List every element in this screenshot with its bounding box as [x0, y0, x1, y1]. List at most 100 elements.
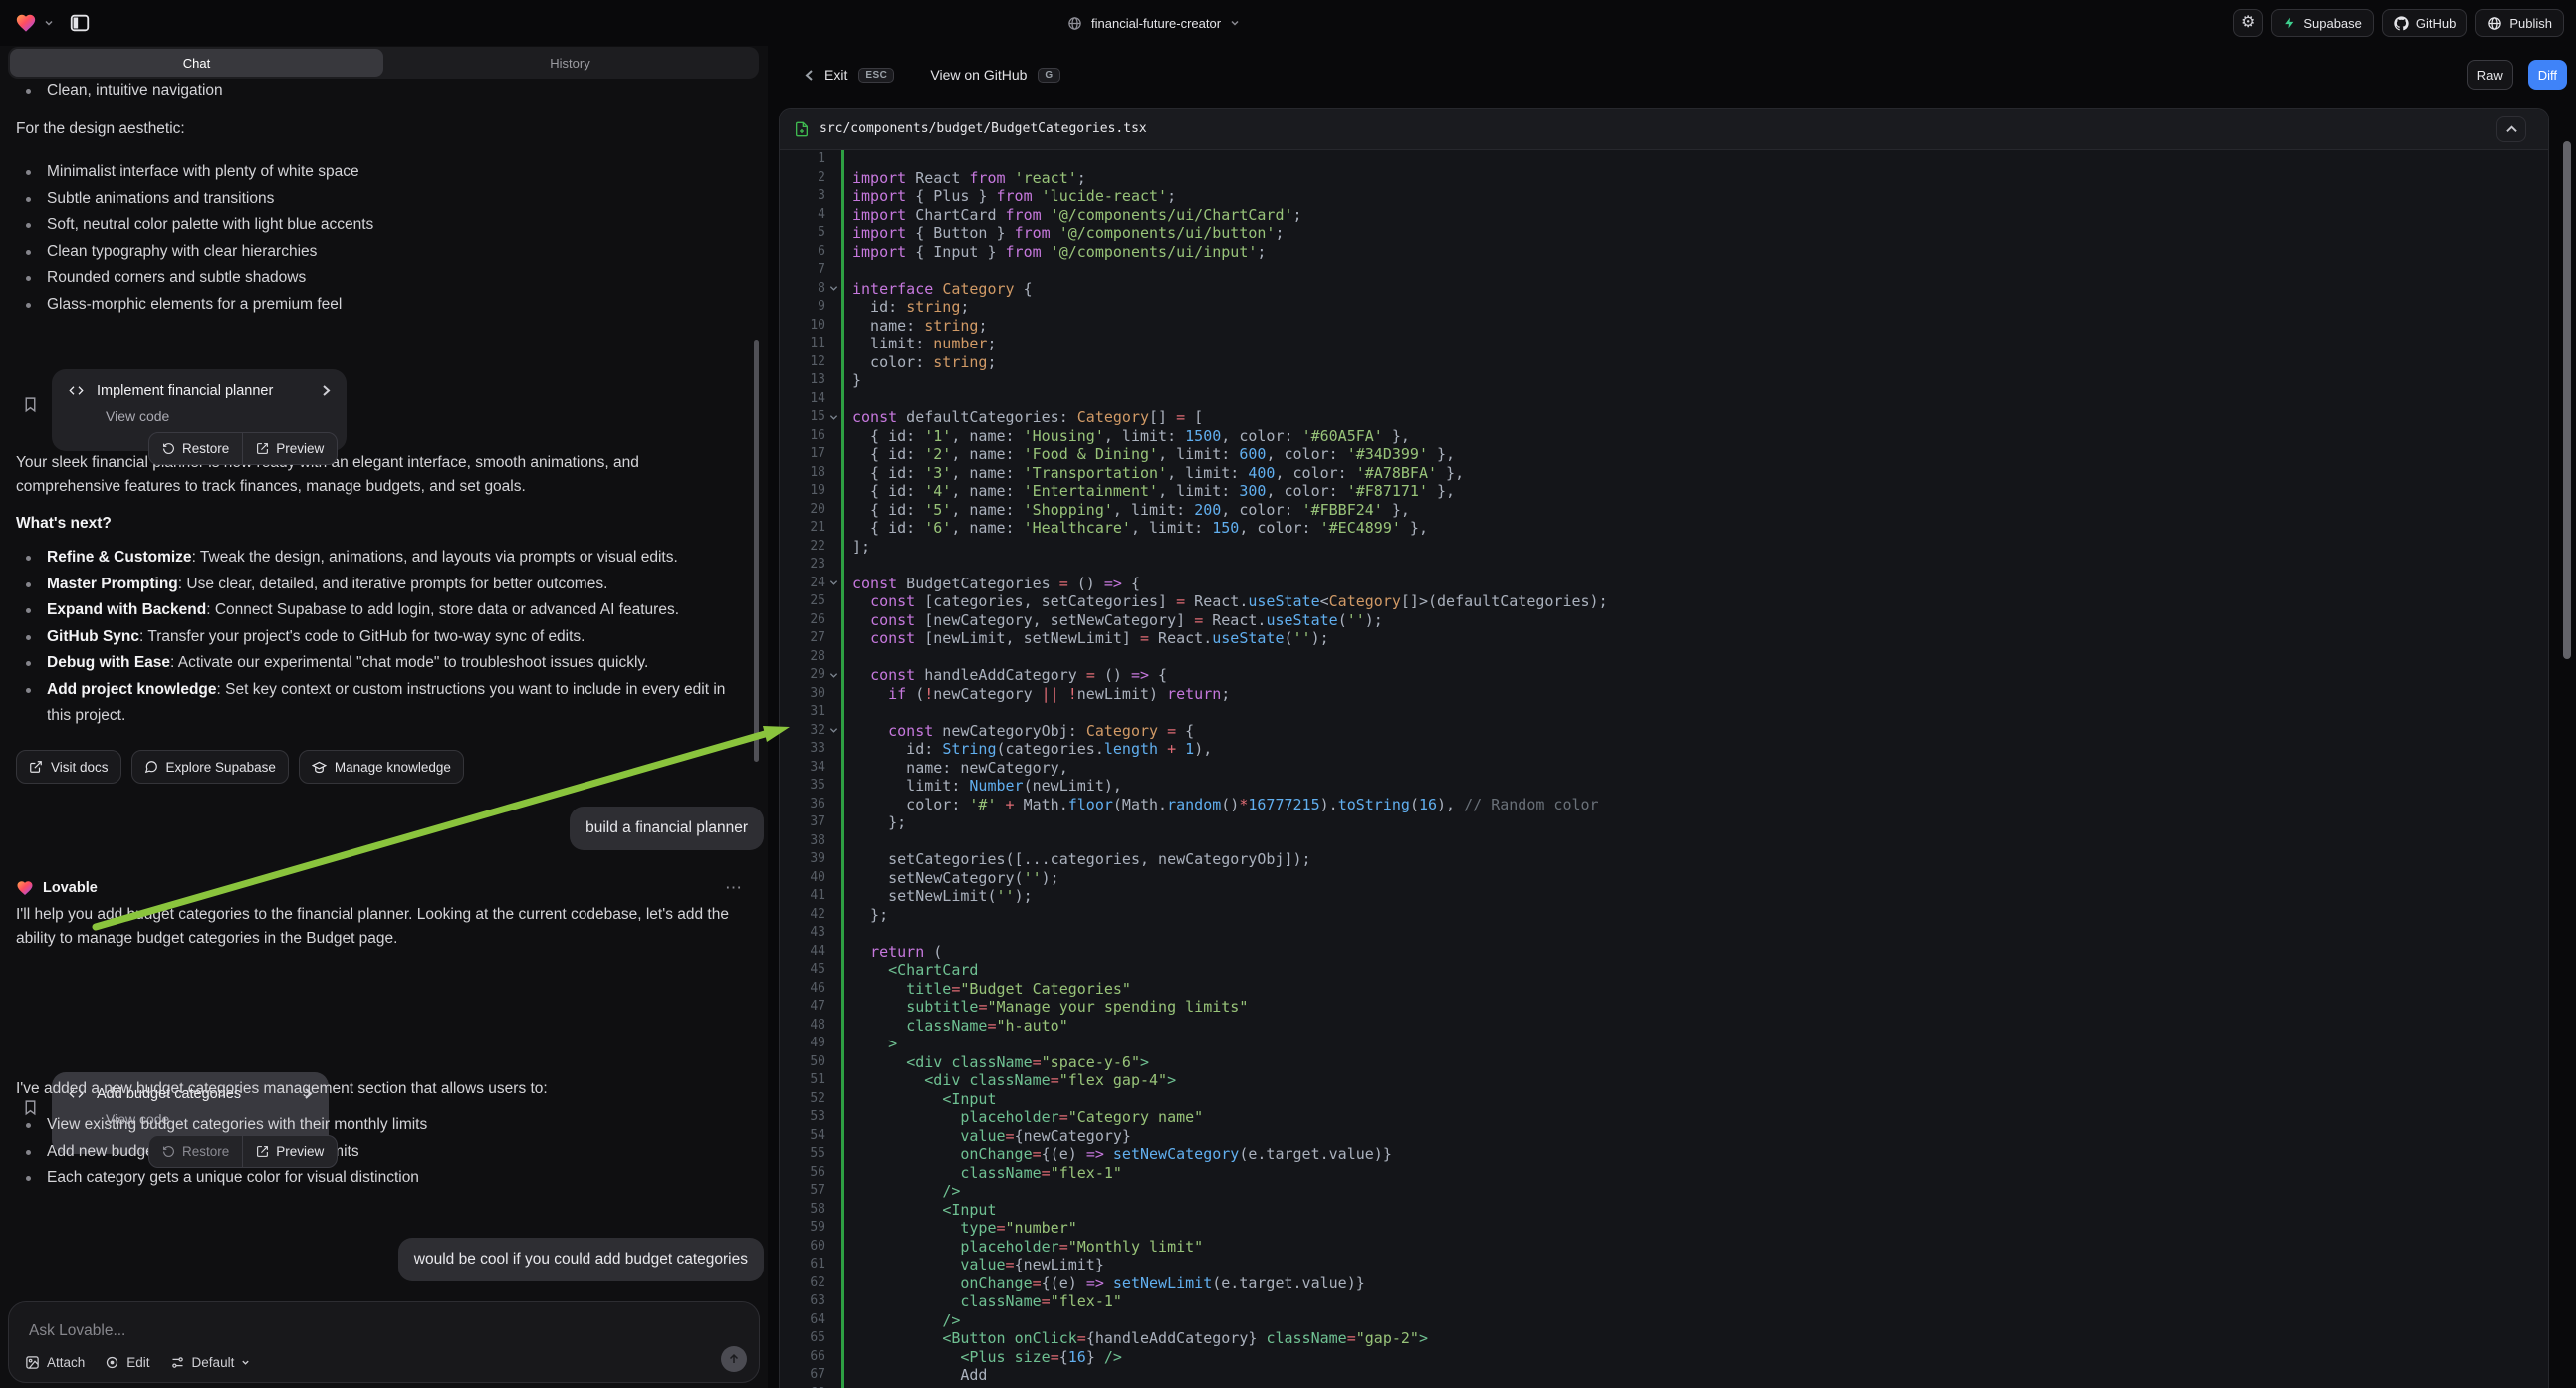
line-number: 23 [780, 556, 825, 575]
github-button[interactable]: GitHub [2382, 9, 2467, 37]
chat-input[interactable]: Ask Lovable... Attach Edit Default [8, 1301, 760, 1383]
line-number: 18 [780, 464, 825, 483]
version-card-wrap: Implement financial planner View code Re… [16, 369, 768, 451]
fold-spacer [825, 1053, 841, 1072]
restore-icon [162, 442, 175, 455]
fold-spacer [825, 538, 841, 557]
chat-bullet: Clean, intuitive navigation [16, 78, 768, 105]
mode-select[interactable]: Default [170, 1355, 251, 1370]
preview-button[interactable]: Preview [243, 1136, 337, 1167]
line-number: 61 [780, 1256, 825, 1274]
chevron-up-icon [2506, 125, 2517, 133]
fold-toggle-icon[interactable] [825, 408, 841, 427]
file-diff-card: src/components/budget/BudgetCategories.t… [779, 108, 2549, 1388]
line-number: 29 [780, 666, 825, 685]
line-number: 42 [780, 906, 825, 925]
code-line: 50 <div className="space-y-6"> [780, 1053, 2548, 1072]
line-number: 10 [780, 317, 825, 336]
list-item: Expand with Backend: Connect Supabase to… [16, 597, 752, 624]
fold-toggle-icon[interactable] [825, 722, 841, 741]
fold-spacer [825, 740, 841, 759]
publish-button[interactable]: Publish [2475, 9, 2564, 37]
chat-scrollbar[interactable] [754, 340, 759, 762]
view-on-github-button[interactable]: View on GitHub [930, 67, 1027, 83]
supabase-button[interactable]: Supabase [2271, 9, 2374, 37]
fold-spacer [825, 703, 841, 722]
code-line: 59 type="number" [780, 1219, 2548, 1238]
code-text: <div className="space-y-6"> [844, 1053, 2548, 1072]
line-number: 43 [780, 924, 825, 943]
code-line: 5import { Button } from '@/components/ui… [780, 224, 2548, 243]
line-number: 49 [780, 1035, 825, 1053]
collapse-file-button[interactable] [2496, 116, 2526, 142]
restore-icon [162, 1145, 175, 1158]
project-switcher[interactable]: financial-future-creator [1067, 0, 1240, 46]
settings-button[interactable]: ⚙ [2233, 9, 2263, 37]
raw-toggle-button[interactable]: Raw [2467, 60, 2513, 90]
fold-spacer [825, 1071, 841, 1090]
code-line: 9 id: string; [780, 298, 2548, 317]
code-line: 36 color: '#' + Math.floor(Math.random()… [780, 796, 2548, 814]
preview-button[interactable]: Preview [243, 433, 337, 464]
tab-chat[interactable]: Chat [10, 49, 383, 77]
code-text: const [categories, setCategories] = Reac… [844, 592, 2548, 611]
send-button[interactable] [721, 1346, 747, 1372]
fold-toggle-icon[interactable] [825, 575, 841, 593]
action-button-visit-docs[interactable]: Visit docs [16, 750, 121, 784]
code-text: import { Input } from '@/components/ui/i… [844, 243, 2548, 262]
more-options-icon[interactable]: ⋯ [725, 878, 744, 898]
fold-spacer [825, 519, 841, 538]
action-button-label: Explore Supabase [166, 760, 276, 775]
chevron-down-icon[interactable] [44, 18, 54, 28]
restore-button[interactable]: Restore [149, 433, 242, 464]
code-line: 58 <Input [780, 1201, 2548, 1220]
assistant-name: Lovable [43, 880, 716, 896]
code-line: 31 [780, 703, 2548, 722]
action-button-explore-supabase[interactable]: Explore Supabase [131, 750, 289, 784]
target-icon [105, 1355, 119, 1370]
gear-icon: ⚙ [2241, 15, 2255, 31]
code-text [844, 556, 2548, 575]
code-line: 29 const handleAddCategory = () => { [780, 666, 2548, 685]
code-line: 30 if (!newCategory || !newLimit) return… [780, 685, 2548, 704]
line-number: 14 [780, 390, 825, 409]
action-button-manage-knowledge[interactable]: Manage knowledge [299, 750, 464, 784]
restore-button[interactable]: Restore [149, 1136, 242, 1167]
code-lines: 12import React from 'react';3import { Pl… [780, 150, 2548, 1388]
line-number: 57 [780, 1182, 825, 1201]
view-code-link[interactable]: View code [106, 408, 331, 424]
line-number: 5 [780, 224, 825, 243]
fold-spacer [825, 998, 841, 1017]
line-number: 21 [780, 519, 825, 538]
tab-history[interactable]: History [383, 49, 757, 77]
exit-button[interactable]: Exit [824, 67, 847, 83]
window-scrollbar[interactable] [2563, 141, 2571, 659]
code-text: const [newCategory, setNewCategory] = Re… [844, 611, 2548, 630]
fold-spacer [825, 390, 841, 409]
lovable-logo-icon[interactable] [15, 12, 37, 34]
attach-button[interactable]: Attach [25, 1355, 85, 1370]
code-line: 32 const newCategoryObj: Category = { [780, 722, 2548, 741]
assistant-reply-intro: I'll help you add budget categories to t… [16, 903, 753, 951]
code-line: 62 onChange={(e) => setNewLimit(e.target… [780, 1274, 2548, 1293]
sliders-icon [170, 1355, 185, 1370]
fold-spacer [825, 1366, 841, 1385]
fold-toggle-icon[interactable] [825, 666, 841, 685]
line-number: 58 [780, 1201, 825, 1220]
line-number: 6 [780, 243, 825, 262]
bookmark-icon[interactable] [22, 395, 39, 414]
line-number: 62 [780, 1274, 825, 1293]
toggle-sidebar-button[interactable] [69, 12, 91, 34]
code-line: 15const defaultCategories: Category[] = … [780, 408, 2548, 427]
diff-toggle-button[interactable]: Diff [2528, 60, 2567, 90]
fold-spacer [825, 1035, 841, 1053]
fold-spacer [825, 943, 841, 962]
line-number: 35 [780, 777, 825, 796]
file-header[interactable]: src/components/budget/BudgetCategories.t… [780, 109, 2548, 150]
code-line: 60 placeholder="Monthly limit" [780, 1238, 2548, 1257]
code-line: 44 return ( [780, 943, 2548, 962]
edit-button[interactable]: Edit [105, 1355, 149, 1370]
line-number: 56 [780, 1164, 825, 1183]
fold-toggle-icon[interactable] [825, 280, 841, 299]
code-line: 25 const [categories, setCategories] = R… [780, 592, 2548, 611]
